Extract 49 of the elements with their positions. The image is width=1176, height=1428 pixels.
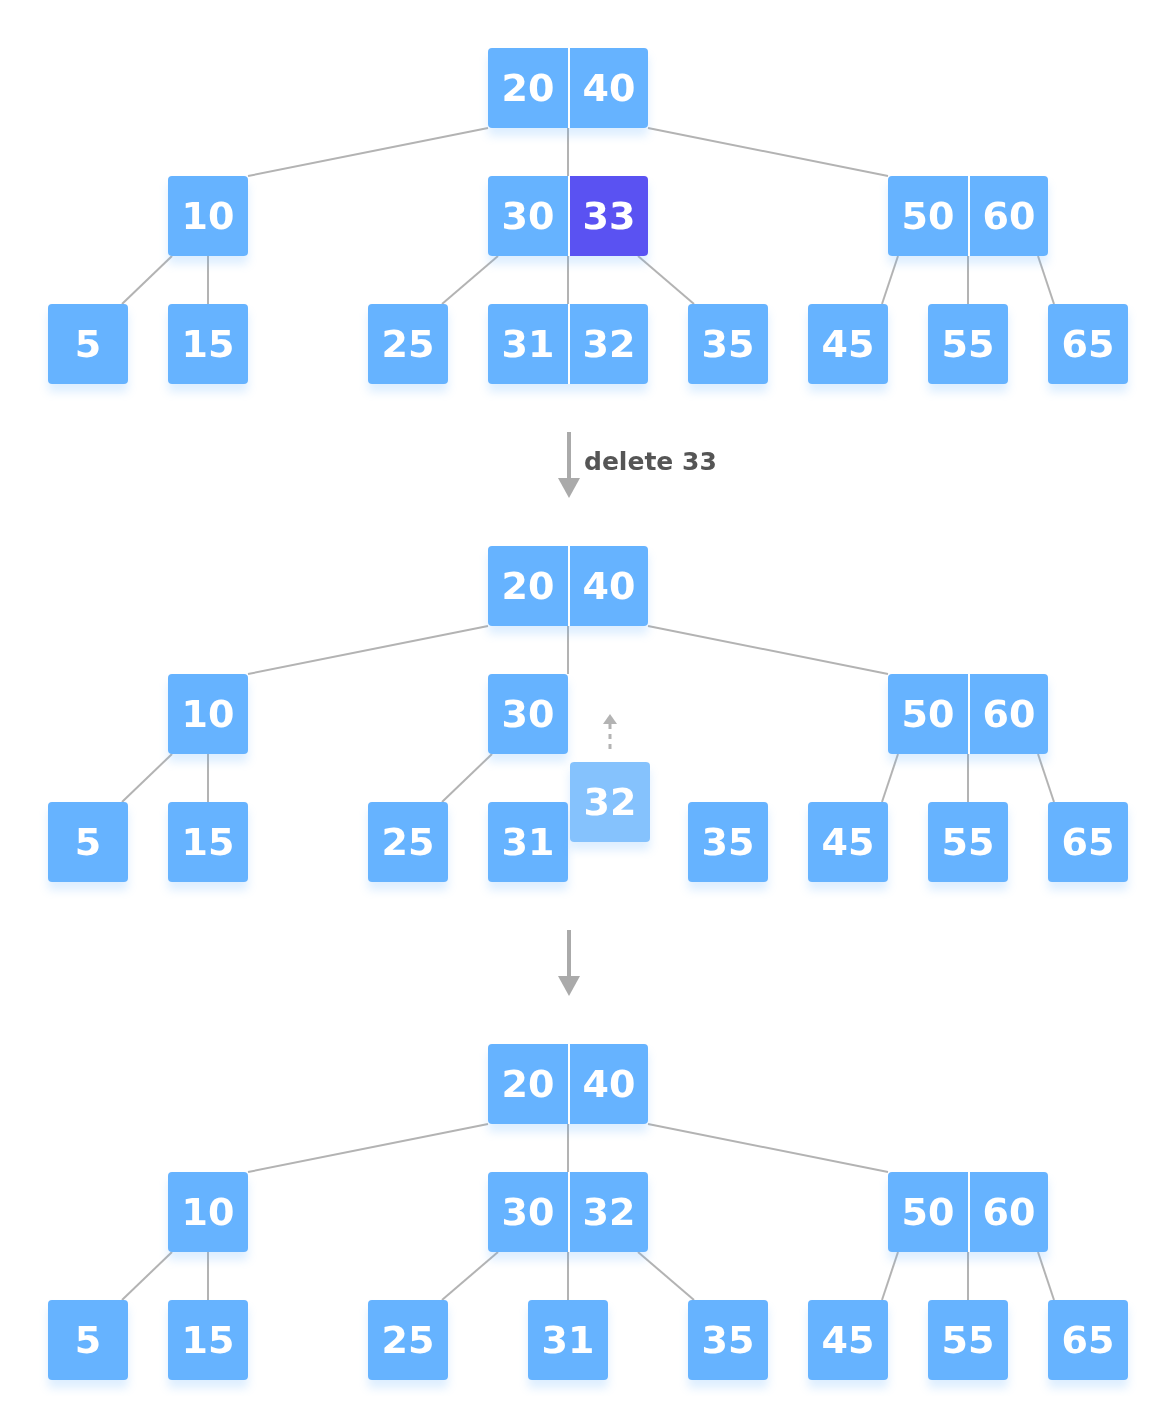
- key-cell: 25: [368, 802, 448, 882]
- key-cell: 65: [1048, 304, 1128, 384]
- key-cell: 40: [568, 48, 648, 128]
- key-cell: 31: [488, 304, 568, 384]
- key-cell: 40: [568, 546, 648, 626]
- key-cell: 65: [1048, 1300, 1128, 1380]
- key-cell: 15: [168, 802, 248, 882]
- key-cell: 35: [688, 1300, 768, 1380]
- key-cell: 40: [568, 1044, 648, 1124]
- key-cell: 60: [968, 674, 1048, 754]
- key-cell: 35: [688, 802, 768, 882]
- key-cell: 31: [528, 1300, 608, 1380]
- key-cell: 20: [488, 48, 568, 128]
- key-cell: 5: [48, 1300, 128, 1380]
- key-cell: 60: [968, 176, 1048, 256]
- key-cell: 55: [928, 304, 1008, 384]
- key-cell: 5: [48, 802, 128, 882]
- step-caption: delete 33: [584, 447, 717, 476]
- key-cell: 30: [488, 674, 568, 754]
- key-cell: 5: [48, 304, 128, 384]
- key-cell: 65: [1048, 802, 1128, 882]
- down-arrow: [558, 432, 580, 498]
- key-cell: 10: [168, 176, 248, 256]
- key-cell: 32: [568, 1172, 648, 1252]
- key-cell: 25: [368, 304, 448, 384]
- key-cell: 55: [928, 1300, 1008, 1380]
- key-cell: 45: [808, 1300, 888, 1380]
- key-cell: 33: [568, 176, 648, 256]
- key-cell: 30: [488, 1172, 568, 1252]
- key-cell: 30: [488, 176, 568, 256]
- key-cell: 10: [168, 674, 248, 754]
- key-cell: 45: [808, 802, 888, 882]
- down-arrow: [558, 930, 580, 996]
- key-cell: 15: [168, 304, 248, 384]
- key-cell: 35: [688, 304, 768, 384]
- key-cell: 55: [928, 802, 1008, 882]
- key-cell: 60: [968, 1172, 1048, 1252]
- key-cell: 25: [368, 1300, 448, 1380]
- key-cell: 50: [888, 674, 968, 754]
- key-cell: 15: [168, 1300, 248, 1380]
- key-cell: 50: [888, 176, 968, 256]
- key-cell: 10: [168, 1172, 248, 1252]
- key-cell: 31: [488, 802, 568, 882]
- key-cell: 50: [888, 1172, 968, 1252]
- key-cell: 32: [570, 762, 650, 842]
- key-cell: 45: [808, 304, 888, 384]
- key-cell: 32: [568, 304, 648, 384]
- key-cell: 20: [488, 1044, 568, 1124]
- key-cell: 20: [488, 546, 568, 626]
